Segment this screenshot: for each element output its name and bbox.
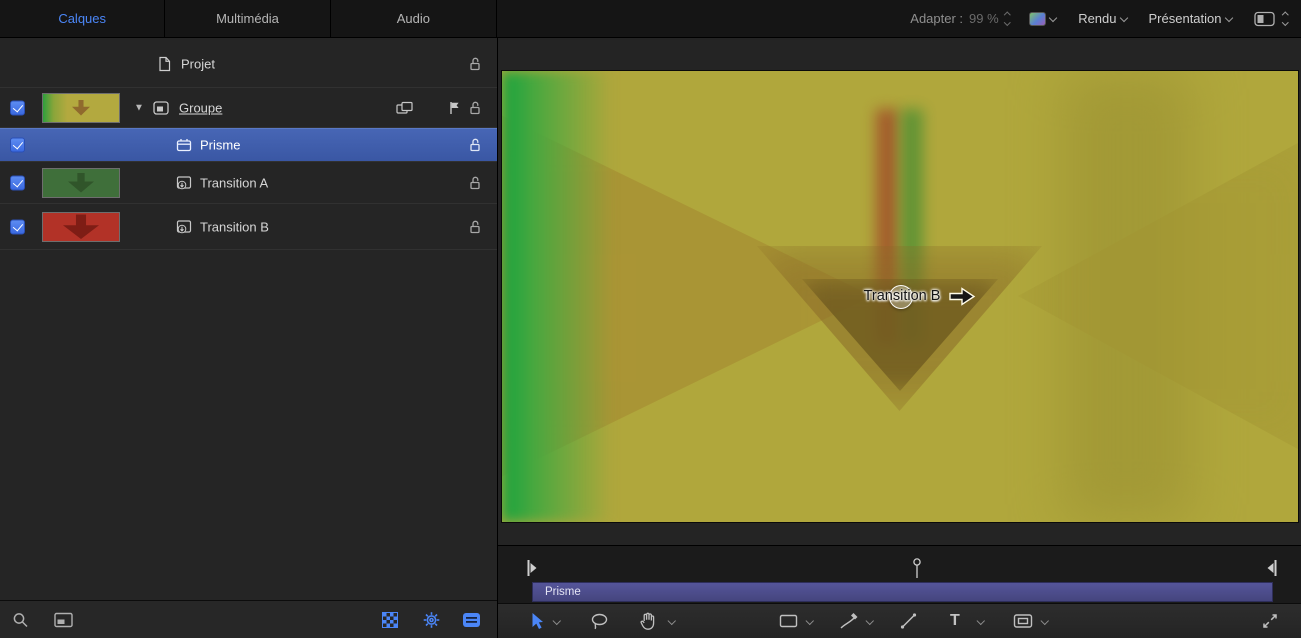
timeline-track-label: Prisme bbox=[545, 586, 581, 598]
media-arrow-icon bbox=[176, 219, 193, 234]
color-channels-icon bbox=[1029, 12, 1046, 26]
zoom-value: 99 % bbox=[969, 11, 999, 26]
display-layout-control[interactable] bbox=[1254, 11, 1288, 27]
layers-panel: Projet ▼ Groupe bbox=[0, 38, 497, 638]
layer-name: Transition A bbox=[200, 175, 268, 190]
tab-calques[interactable]: Calques bbox=[0, 0, 165, 37]
drag-cursor: Transition B bbox=[854, 285, 984, 311]
view-controls: Adapter : 99 % Rendu Présentation bbox=[497, 0, 1301, 37]
mask-tool-chevron-icon[interactable] bbox=[1041, 617, 1049, 625]
transition-b-thumbnail[interactable] bbox=[42, 212, 120, 242]
rendu-dropdown[interactable]: Rendu bbox=[1078, 11, 1128, 26]
search-icon[interactable] bbox=[12, 611, 29, 628]
tab-multimedia[interactable]: Multimédia bbox=[165, 0, 330, 37]
line-tool[interactable] bbox=[900, 613, 917, 630]
panel-tab-bar: Calques Multimédia Audio bbox=[0, 0, 497, 37]
text-tool[interactable]: T bbox=[950, 612, 960, 630]
tab-audio[interactable]: Audio bbox=[331, 0, 496, 37]
stacked-layers-icon[interactable] bbox=[396, 101, 413, 115]
canvas-toolbar: T bbox=[498, 603, 1301, 638]
layer-row-projet[interactable]: Projet bbox=[0, 40, 497, 88]
display-stepper-icon[interactable] bbox=[1277, 12, 1288, 25]
rectangle-tool[interactable] bbox=[779, 614, 798, 629]
zoom-fit-control[interactable]: Adapter : 99 % bbox=[910, 11, 1009, 26]
layer-name: Groupe bbox=[179, 100, 222, 115]
lock-icon[interactable] bbox=[469, 138, 481, 153]
out-point-marker[interactable] bbox=[1266, 559, 1277, 577]
zoom-stepper-icon[interactable] bbox=[999, 12, 1010, 25]
drag-label: Transition B bbox=[854, 288, 950, 304]
adjust-circle-icon bbox=[590, 612, 609, 631]
expand-arrows-icon bbox=[1261, 612, 1279, 630]
groupe-checkbox[interactable] bbox=[10, 100, 25, 115]
rectangle-tool-chevron-icon[interactable] bbox=[806, 617, 814, 625]
drag-arrow-icon bbox=[949, 286, 976, 307]
layer-row-transition-a[interactable]: Transition A bbox=[0, 162, 497, 204]
layers-panel-footer bbox=[0, 600, 497, 638]
filter-effect-icon bbox=[176, 138, 192, 152]
color-channels-dropdown[interactable] bbox=[1029, 12, 1058, 26]
layer-row-groupe[interactable]: ▼ Groupe bbox=[0, 88, 497, 128]
transition-a-checkbox[interactable] bbox=[10, 175, 25, 190]
disclosure-triangle-icon[interactable]: ▼ bbox=[134, 102, 144, 113]
transition-b-checkbox[interactable] bbox=[10, 219, 25, 234]
layers-list: Projet ▼ Groupe bbox=[0, 38, 497, 600]
timeline-track-bar[interactable]: Prisme bbox=[532, 582, 1273, 602]
layer-row-transition-b[interactable]: Transition B bbox=[0, 204, 497, 250]
line-icon bbox=[900, 613, 917, 630]
layers-view-icon[interactable] bbox=[462, 612, 481, 628]
flag-icon[interactable] bbox=[449, 101, 460, 115]
transition-a-thumbnail[interactable] bbox=[42, 168, 120, 198]
canvas-area: Transition B bbox=[498, 38, 1301, 545]
motion-app-window: Calques Multimédia Audio Adapter : 99 % … bbox=[0, 0, 1301, 638]
select-tool[interactable] bbox=[530, 612, 544, 630]
layer-name: Prisme bbox=[200, 138, 240, 153]
mask-rect-icon bbox=[1013, 614, 1033, 629]
select-arrow-icon bbox=[530, 612, 544, 630]
fullscreen-toggle[interactable] bbox=[1261, 612, 1279, 630]
lock-icon[interactable] bbox=[469, 100, 481, 115]
top-bar: Calques Multimédia Audio Adapter : 99 % … bbox=[0, 0, 1301, 38]
prisme-checkbox[interactable] bbox=[10, 138, 25, 153]
layer-name: Transition B bbox=[200, 219, 269, 234]
lock-icon[interactable] bbox=[469, 219, 481, 234]
in-point-marker[interactable] bbox=[527, 559, 538, 577]
lock-icon[interactable] bbox=[469, 56, 481, 71]
adjust-item-tool[interactable] bbox=[590, 612, 609, 631]
pan-tool-chevron-icon[interactable] bbox=[668, 617, 676, 625]
layer-row-prisme[interactable]: Prisme bbox=[0, 128, 497, 162]
layer-name: Projet bbox=[181, 56, 215, 71]
paint-stroke-tool[interactable] bbox=[839, 612, 859, 630]
rectangle-icon bbox=[779, 614, 798, 629]
canvas-viewport[interactable]: Transition B bbox=[502, 71, 1298, 522]
gear-icon[interactable] bbox=[422, 610, 441, 629]
document-icon bbox=[158, 56, 171, 72]
media-arrow-icon bbox=[176, 175, 193, 190]
playhead-marker[interactable] bbox=[912, 558, 922, 579]
lock-icon[interactable] bbox=[469, 175, 481, 190]
canvas-column: Transition B Prisme bbox=[497, 38, 1301, 638]
groupe-thumbnail[interactable] bbox=[42, 93, 120, 123]
rendu-label: Rendu bbox=[1078, 11, 1116, 26]
presentation-label: Présentation bbox=[1149, 11, 1222, 26]
text-tool-icon: T bbox=[950, 612, 960, 630]
group-icon bbox=[153, 101, 169, 115]
presentation-dropdown[interactable]: Présentation bbox=[1149, 11, 1234, 26]
select-tool-chevron-icon[interactable] bbox=[553, 617, 561, 625]
text-tool-chevron-icon[interactable] bbox=[977, 617, 985, 625]
thumbnail-display-icon[interactable] bbox=[54, 612, 73, 627]
paint-brush-icon bbox=[839, 612, 859, 630]
adapter-label: Adapter : bbox=[910, 11, 963, 26]
transparency-checkerboard-icon[interactable] bbox=[382, 612, 398, 628]
display-icon bbox=[1254, 11, 1275, 27]
hand-icon bbox=[639, 612, 658, 631]
mask-tool[interactable] bbox=[1013, 614, 1033, 629]
mini-timeline: Prisme bbox=[498, 545, 1301, 603]
pan-tool[interactable] bbox=[639, 612, 658, 631]
paint-tool-chevron-icon[interactable] bbox=[866, 617, 874, 625]
